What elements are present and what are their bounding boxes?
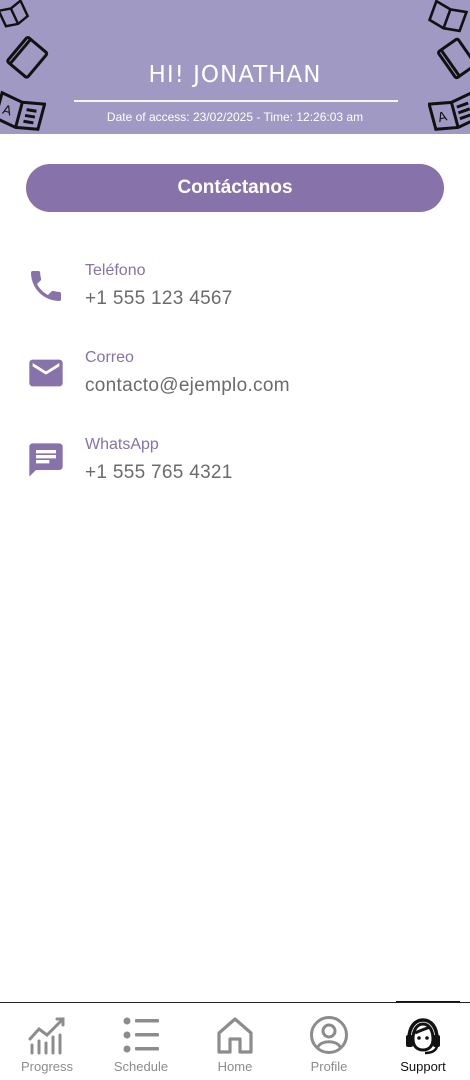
nav-label: Schedule <box>113 1059 169 1074</box>
home-icon <box>217 1017 253 1054</box>
contact-value: +1 555 123 4567 <box>85 288 233 309</box>
contact-label: Correo <box>85 349 134 366</box>
contact-item-whatsapp[interactable]: WhatsApp +1 555 765 4321 <box>0 436 470 506</box>
nav-item-support[interactable]: Support <box>376 1003 470 1080</box>
nav-item-progress[interactable]: Progress <box>0 1003 94 1080</box>
contact-label: Teléfono <box>85 262 146 279</box>
message-icon <box>29 443 63 477</box>
nav-item-profile[interactable]: Profile <box>282 1003 376 1080</box>
profile-icon <box>310 1016 348 1054</box>
progress-chart-icon <box>28 1017 65 1055</box>
contact-value: contacto@ejemplo.com <box>85 375 290 396</box>
header: A A HI! JONATHAN Date of access: 23/02/2… <box>0 0 470 134</box>
access-info: Date of access: 23/02/2025 - Time: 12:26… <box>106 110 364 124</box>
list-icon <box>123 1017 159 1053</box>
greeting-title: HI! JONATHAN <box>148 62 322 88</box>
nav-label: Home <box>217 1059 253 1074</box>
book-icon <box>428 0 468 33</box>
contact-label: WhatsApp <box>85 436 159 453</box>
nav-item-schedule[interactable]: Schedule <box>94 1003 188 1080</box>
book-icon <box>0 0 30 28</box>
contact-value: +1 555 765 4321 <box>85 462 233 483</box>
phone-icon <box>31 271 61 301</box>
nav-item-home[interactable]: Home <box>188 1003 282 1080</box>
bottom-nav: Progress Schedule Home Profile Support <box>0 1002 470 1080</box>
contact-item-phone[interactable]: Teléfono +1 555 123 4567 <box>0 262 470 332</box>
nav-label: Profile <box>310 1059 348 1074</box>
contact-item-email[interactable]: Correo contacto@ejemplo.com <box>0 349 470 419</box>
mail-icon <box>29 359 63 387</box>
nav-label: Support <box>400 1059 446 1074</box>
support-headset-icon <box>406 1018 440 1055</box>
contact-us-button[interactable]: Contáctanos <box>26 164 444 212</box>
nav-label: Progress <box>20 1059 74 1074</box>
header-divider <box>74 100 398 102</box>
